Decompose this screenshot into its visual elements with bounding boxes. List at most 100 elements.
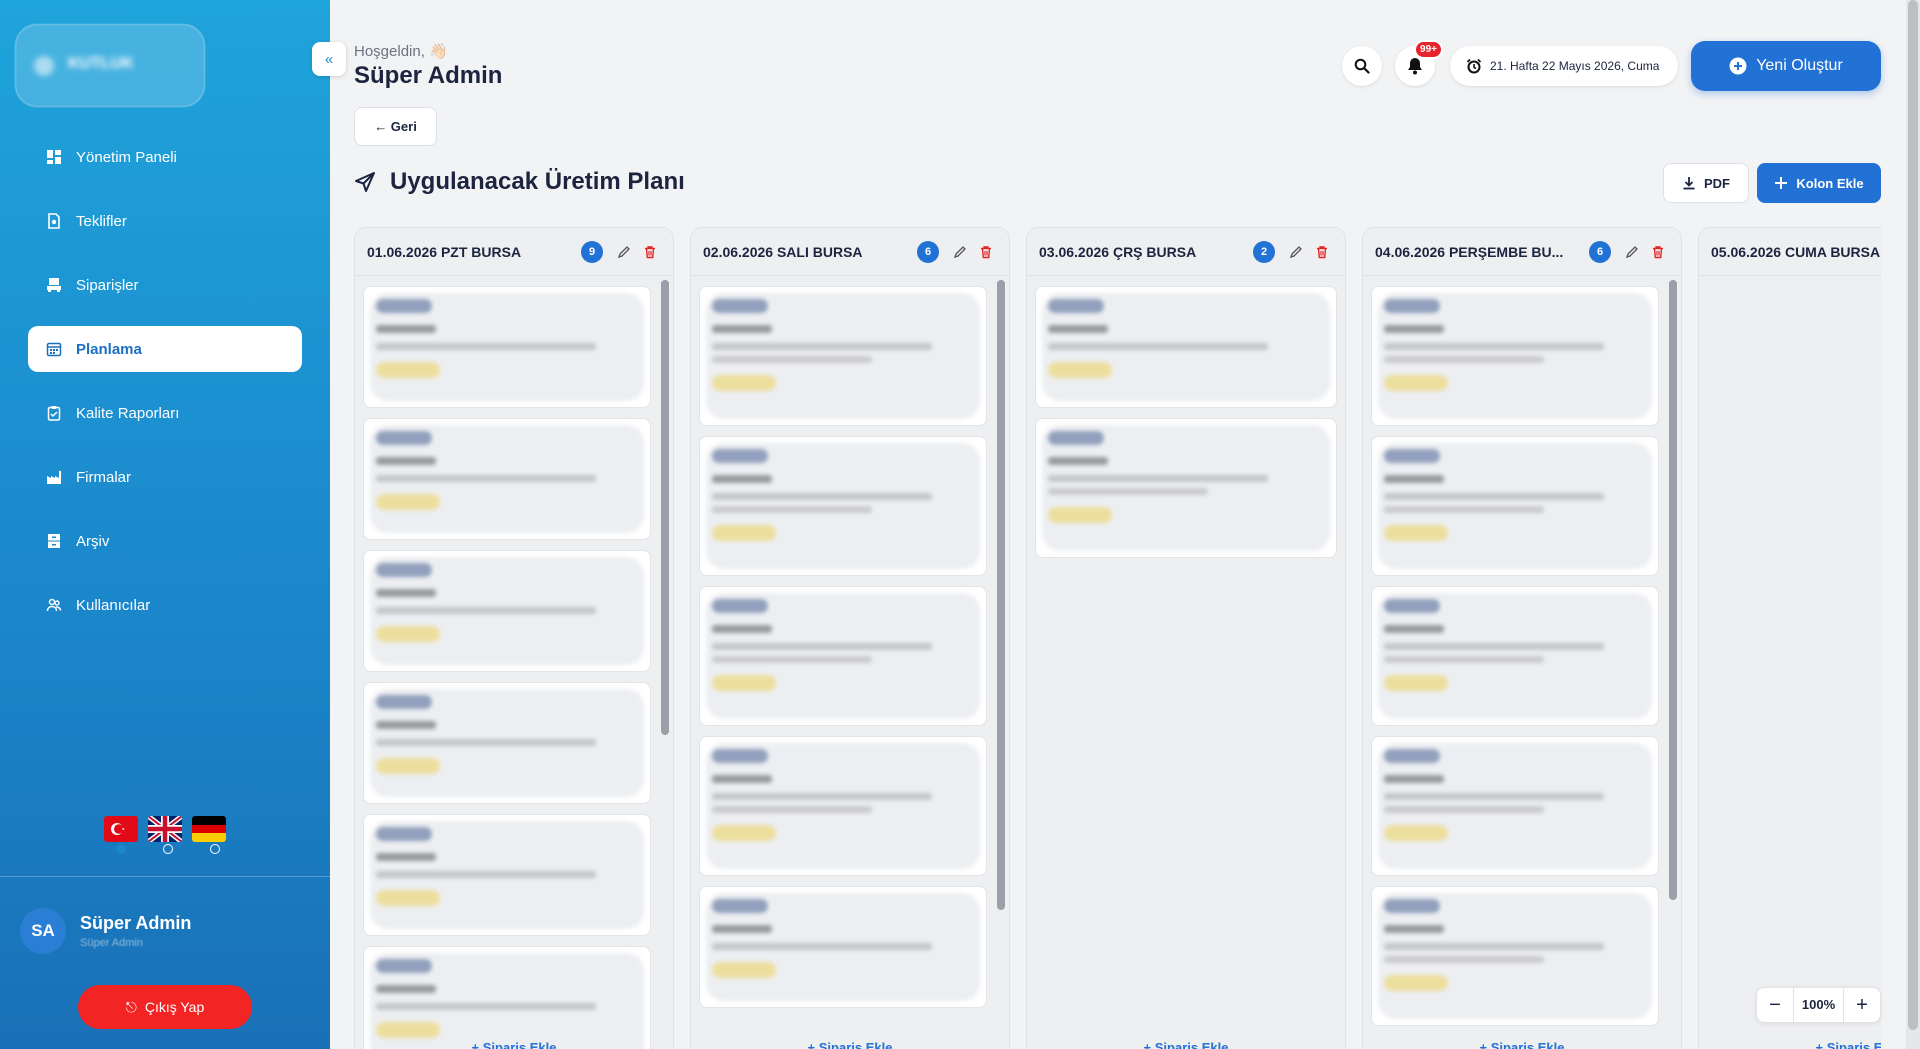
sidebar-item-siparisler[interactable]: Siparişler [28,262,302,308]
sidebar-item-kalite-raporlari[interactable]: Kalite Raporları [28,390,302,436]
logout-icon: ⎋ [125,998,137,1015]
pencil-icon[interactable] [1625,245,1639,259]
notifications-button[interactable]: 99+ [1395,40,1443,86]
language-dot-tr[interactable] [116,844,126,854]
sidebar-item-label: Yönetim Paneli [76,148,177,166]
order-card[interactable] [1371,586,1659,726]
order-card[interactable] [699,736,987,876]
order-card[interactable] [363,814,651,936]
user-role: Süper Admin [80,937,143,949]
order-card[interactable] [1371,436,1659,576]
order-card[interactable] [699,286,987,426]
language-switcher [104,816,226,842]
plus-icon: + [1856,993,1868,1016]
sidebar-item-label: Teklifler [76,212,127,230]
page-scrollbar[interactable] [1906,0,1920,1049]
sidebar-item-arsiv[interactable]: Arşiv [28,518,302,564]
add-order-button[interactable]: + Sipariş Ekle [355,1040,673,1049]
search-icon [1354,58,1370,74]
column-scrollbar[interactable] [997,280,1005,1049]
logout-button[interactable]: ⎋ Çıkış Yap [78,985,252,1029]
flag-en-icon[interactable] [148,816,182,842]
users-icon [46,598,62,612]
chevrons-left-icon: « [324,50,334,68]
column-count-badge: 6 [1589,240,1611,263]
column-thursday: 04.06.2026 PERŞEMBE BU... 6 + Sipariş Ek… [1362,227,1682,1049]
clipboard-icon [47,406,61,421]
zoom-control: − 100% + [1756,987,1881,1023]
language-dot-en[interactable] [163,844,173,854]
trash-icon[interactable] [979,245,993,259]
create-new-button[interactable]: Yeni Oluştur [1691,41,1881,91]
sidebar-item-firmalar[interactable]: Firmalar [28,454,302,500]
collapse-sidebar-button[interactable]: « [312,42,346,76]
zoom-out-button[interactable]: − [1757,987,1793,1023]
sidebar-nav: Yönetim Paneli Teklifler Siparişler Plan… [28,134,302,646]
order-card[interactable] [363,682,651,804]
greeting: Hoşgeldin, 👋🏻 [354,43,448,60]
factory-icon [47,471,61,484]
brand-logo[interactable]: KUTLUK [15,24,205,107]
logo-icon [34,55,54,76]
zoom-in-button[interactable]: + [1844,987,1880,1023]
brand-name: KUTLUK [68,54,134,72]
trash-icon[interactable] [643,245,657,259]
sidebar-item-yonetim-paneli[interactable]: Yönetim Paneli [28,134,302,180]
order-card[interactable] [363,418,651,540]
pencil-icon[interactable] [953,245,967,259]
language-indicators [116,844,220,854]
sidebar-item-kullanicilar[interactable]: Kullanıcılar [28,582,302,628]
avatar: SA [20,908,66,954]
order-card[interactable] [699,436,987,576]
add-order-button[interactable]: + Sipariş Ekle [1027,1040,1345,1049]
sidebar-item-label: Planlama [76,340,142,358]
column-title: 01.06.2026 PZT BURSA [367,243,522,260]
pencil-icon[interactable] [617,245,631,259]
search-button[interactable] [1342,46,1382,86]
download-icon [1683,177,1695,190]
alarm-clock-icon [1466,58,1482,74]
add-order-button[interactable]: + Sipariş Ekle [1699,1040,1881,1049]
flag-de-icon[interactable] [192,816,226,842]
order-card[interactable] [699,886,987,1008]
column-count-badge: 2 [1253,240,1275,263]
order-card[interactable] [1371,286,1659,426]
calendar-icon [46,342,62,357]
trash-icon[interactable] [1651,245,1665,259]
date-display[interactable]: 21. Hafta 22 Mayıs 2026, Cuma [1450,46,1678,86]
plus-circle-icon [1729,57,1747,75]
language-dot-de[interactable] [210,844,220,854]
order-card[interactable] [1371,886,1659,1026]
column-scrollbar[interactable] [661,280,669,1049]
order-card[interactable] [1371,736,1659,876]
zoom-level: 100% [1793,987,1844,1023]
pdf-button[interactable]: PDF [1663,163,1749,203]
user-profile[interactable]: SA Süper Admin Süper Admin [20,908,191,954]
sidebar-item-teklifler[interactable]: Teklifler [28,198,302,244]
kanban-board: 01.06.2026 PZT BURSA 9 + Sipariş Ekle 02… [354,227,1881,1049]
sidebar-item-label: Siparişler [76,276,139,294]
order-card[interactable] [363,286,651,408]
trash-icon[interactable] [1315,245,1329,259]
page-user-title: Süper Admin [354,62,503,89]
bell-icon [1408,58,1422,75]
page-title-text: Uygulanacak Üretim Planı [390,168,685,195]
order-card[interactable] [363,946,651,1049]
back-button[interactable]: ← Geri [354,107,437,146]
add-order-button[interactable]: + Sipariş Ekle [1363,1040,1681,1049]
add-column-button[interactable]: Kolon Ekle [1757,163,1881,203]
column-scrollbar[interactable] [1669,280,1677,1049]
order-card[interactable] [1035,286,1337,408]
order-card[interactable] [1035,418,1337,558]
order-card[interactable] [363,550,651,672]
document-icon [48,213,60,229]
column-count-badge: 6 [917,240,939,263]
column-title: 03.06.2026 ÇRŞ BURSA [1039,243,1197,260]
plus-icon [1775,177,1788,189]
flag-tr-icon[interactable] [104,816,138,842]
order-card[interactable] [699,586,987,726]
order-icon [47,278,61,292]
add-order-button[interactable]: + Sipariş Ekle [691,1040,1009,1049]
sidebar-item-planlama[interactable]: Planlama [28,326,302,372]
pencil-icon[interactable] [1289,245,1303,259]
